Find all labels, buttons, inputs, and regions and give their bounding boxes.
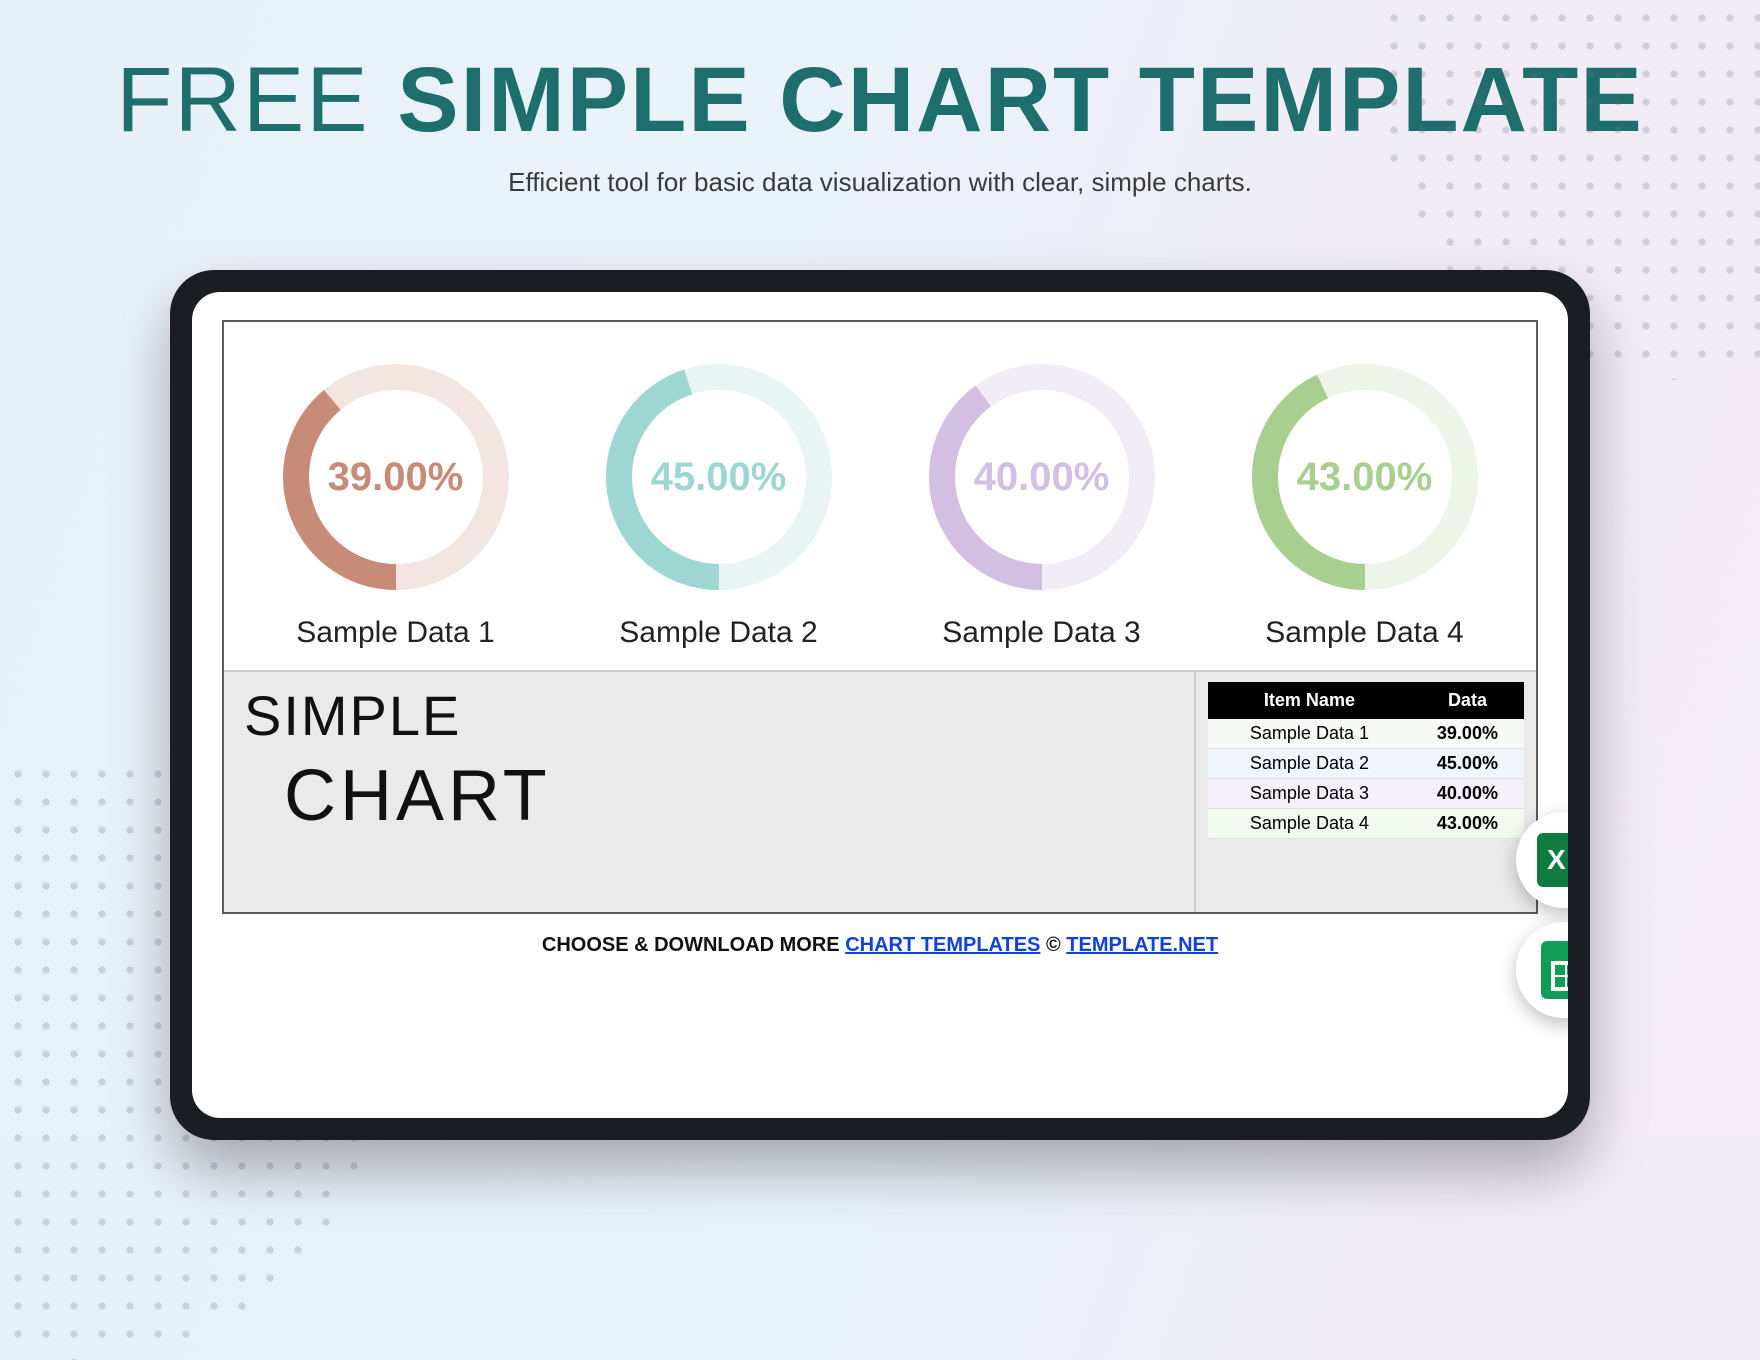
cell-value: 45.00% (1411, 749, 1524, 779)
table-row: Sample Data 4 43.00% (1208, 809, 1524, 839)
table-header: Data (1411, 682, 1524, 719)
donut-chart: 43.00% (1240, 352, 1490, 602)
donut-chart: 45.00% (594, 352, 844, 602)
table-row: Sample Data 2 45.00% (1208, 749, 1524, 779)
cell-item: Sample Data 1 (1208, 719, 1411, 749)
cell-item: Sample Data 3 (1208, 779, 1411, 809)
table-row: Sample Data 3 40.00% (1208, 779, 1524, 809)
excel-icon (1537, 833, 1568, 887)
bottom-band: SIMPLE CHART Item NameData Sample Data 1… (224, 672, 1536, 912)
donut-row: 39.00% Sample Data 1 45.00% Sample Data … (224, 322, 1536, 672)
google-sheets-icon (1541, 941, 1568, 999)
donut-label: Sample Data 3 (942, 616, 1140, 650)
chart-title-block: SIMPLE CHART (224, 672, 1196, 912)
cell-value: 39.00% (1411, 719, 1524, 749)
data-table: Item NameData Sample Data 1 39.00%Sample… (1208, 682, 1524, 839)
device-screen: 39.00% Sample Data 1 45.00% Sample Data … (192, 292, 1568, 1118)
donut-label: Sample Data 1 (296, 616, 494, 650)
donut-chart: 40.00% (917, 352, 1167, 602)
donut-percent: 39.00% (271, 352, 521, 602)
table-header: Item Name (1208, 682, 1411, 719)
chart-title-line2: CHART (284, 760, 1174, 832)
donut-label: Sample Data 4 (1265, 616, 1463, 650)
footer-prefix: CHOOSE & DOWNLOAD MORE (542, 934, 845, 956)
donut-percent: 45.00% (594, 352, 844, 602)
donut-chart: 39.00% (271, 352, 521, 602)
donut-label: Sample Data 2 (619, 616, 817, 650)
donut-cell: 40.00% Sample Data 3 (917, 352, 1167, 650)
cell-item: Sample Data 2 (1208, 749, 1411, 779)
table-row: Sample Data 1 39.00% (1208, 719, 1524, 749)
donut-percent: 40.00% (917, 352, 1167, 602)
chart-templates-link[interactable]: CHART TEMPLATES (845, 934, 1040, 956)
device-frame: 39.00% Sample Data 1 45.00% Sample Data … (170, 270, 1590, 1140)
donut-cell: 39.00% Sample Data 1 (271, 352, 521, 650)
donut-percent: 43.00% (1240, 352, 1490, 602)
template-net-link[interactable]: TEMPLATE.NET (1066, 934, 1218, 956)
footer-credit: CHOOSE & DOWNLOAD MORE CHART TEMPLATES ©… (192, 934, 1568, 957)
chart-title-line1: SIMPLE (244, 688, 1174, 744)
cell-value: 43.00% (1411, 809, 1524, 839)
cell-value: 40.00% (1411, 779, 1524, 809)
donut-cell: 45.00% Sample Data 2 (594, 352, 844, 650)
cell-item: Sample Data 4 (1208, 809, 1411, 839)
chart-container: 39.00% Sample Data 1 45.00% Sample Data … (222, 320, 1538, 914)
donut-cell: 43.00% Sample Data 4 (1240, 352, 1490, 650)
title-free: FREE (116, 49, 369, 151)
data-table-wrap: Item NameData Sample Data 1 39.00%Sample… (1196, 672, 1536, 912)
footer-mid: © (1046, 934, 1066, 956)
